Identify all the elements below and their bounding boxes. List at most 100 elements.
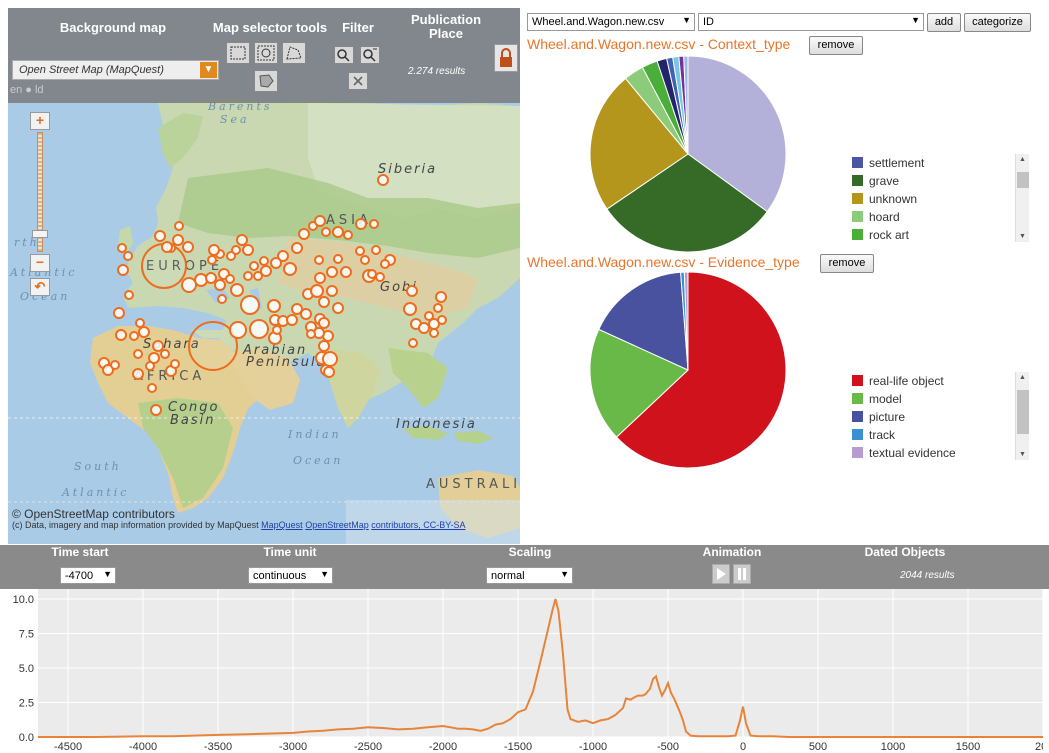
map-marker[interactable] (229, 321, 247, 339)
scaling-select[interactable]: normal ▼ (486, 567, 573, 584)
pie1-legend-scrollbar[interactable]: ▲ ▼ (1015, 154, 1029, 242)
map-marker[interactable] (117, 243, 127, 253)
map-marker[interactable] (377, 174, 389, 186)
map-marker[interactable] (110, 360, 120, 370)
map-marker[interactable] (145, 361, 155, 371)
map-marker[interactable] (403, 302, 417, 316)
map-marker[interactable] (321, 227, 331, 237)
map-marker[interactable] (367, 269, 377, 279)
map-marker[interactable] (123, 251, 133, 261)
map-marker[interactable] (340, 266, 352, 278)
map-marker[interactable] (298, 228, 310, 240)
lock-button[interactable] (494, 44, 518, 72)
map-marker[interactable] (117, 264, 129, 276)
add-button[interactable]: add (927, 13, 961, 32)
pie2-chart[interactable] (587, 269, 789, 471)
map-marker[interactable] (310, 284, 324, 298)
mapquest-link[interactable]: MapQuest (261, 520, 303, 530)
legend-item[interactable]: textual evidence (852, 446, 956, 462)
map-marker[interactable] (326, 285, 338, 297)
legend-item[interactable]: real-life object (852, 374, 944, 390)
filter-zoom-button[interactable] (334, 46, 354, 64)
map-marker[interactable] (150, 404, 162, 416)
map-panel[interactable]: Barents Sea Siberia ASIA EUROPE Gobi rth… (8, 8, 520, 544)
map-marker[interactable] (323, 366, 335, 378)
map-marker[interactable] (161, 241, 173, 253)
pie2-remove-button[interactable]: remove (820, 254, 874, 273)
rectangle-select-button[interactable] (226, 42, 250, 64)
filter-clear-button[interactable] (348, 72, 368, 90)
map-marker[interactable] (135, 318, 145, 328)
map-marker[interactable] (207, 255, 217, 265)
map-marker[interactable] (217, 294, 227, 304)
reset-view-button[interactable]: ↶ (30, 278, 50, 296)
map-marker[interactable] (371, 245, 381, 255)
map-marker[interactable] (318, 317, 330, 329)
map-marker[interactable] (172, 234, 184, 246)
map-marker[interactable] (314, 215, 326, 227)
scroll-thumb[interactable] (1017, 172, 1029, 188)
legend-item[interactable]: model (852, 392, 902, 408)
cc-link[interactable]: contributors, CC-BY-SA (371, 520, 465, 530)
map-marker[interactable] (253, 271, 263, 281)
map-marker[interactable] (181, 277, 197, 293)
map-marker[interactable] (133, 349, 143, 359)
filter-inverse-button[interactable] (360, 46, 380, 64)
map-marker[interactable] (318, 340, 330, 352)
map-marker[interactable] (433, 303, 443, 313)
legend-item[interactable]: grave (852, 174, 899, 190)
legend-item[interactable]: settlement (852, 156, 924, 172)
map-marker[interactable] (408, 338, 418, 348)
map-marker[interactable] (322, 351, 338, 367)
legend-item[interactable]: hoard (852, 210, 900, 226)
map-marker[interactable] (132, 368, 144, 380)
background-map-select[interactable]: Open Street Map (MapQuest) ▼ (12, 60, 219, 80)
scroll-thumb[interactable] (1017, 390, 1029, 434)
page-scrollbar[interactable] (1043, 0, 1049, 545)
pie1-chart[interactable] (587, 53, 789, 255)
map-marker[interactable] (435, 291, 447, 303)
map-marker[interactable] (259, 256, 269, 266)
timeline-chart[interactable]: 0.0 2.5 5.0 7.5 10.0 -4500 -4000 -3500 -3000 -250… (0, 589, 1043, 753)
field-select[interactable]: ID ▼ (698, 13, 924, 31)
osm-link[interactable]: OpenStreetMap (305, 520, 369, 530)
pie2-legend-scrollbar[interactable]: ▲ ▼ (1015, 372, 1029, 460)
legend-item[interactable]: unknown (852, 192, 917, 208)
map-marker[interactable] (115, 329, 127, 341)
map-marker[interactable] (154, 230, 166, 242)
legend-item[interactable]: rock art (852, 228, 909, 244)
play-button[interactable] (712, 564, 730, 584)
map-marker[interactable] (249, 261, 259, 271)
map-marker[interactable] (243, 271, 253, 281)
map-marker[interactable] (113, 307, 125, 319)
map-marker[interactable] (332, 226, 344, 238)
circle-select-button[interactable] (254, 42, 278, 64)
map-marker[interactable] (225, 274, 235, 284)
zoom-slider-thumb[interactable] (32, 230, 48, 238)
map-marker[interactable] (314, 255, 324, 265)
map-marker[interactable] (380, 259, 390, 269)
legend-item[interactable]: picture (852, 410, 905, 426)
map-marker[interactable] (147, 383, 157, 393)
time-start-select[interactable]: -4700 ▼ (60, 567, 116, 584)
map-marker[interactable] (240, 295, 260, 315)
map-marker[interactable] (306, 329, 316, 339)
map-marker[interactable] (343, 230, 353, 240)
categorize-button[interactable]: categorize (964, 13, 1031, 32)
map-marker[interactable] (360, 255, 370, 265)
map-marker[interactable] (429, 328, 439, 338)
map-marker[interactable] (236, 234, 248, 246)
map-marker[interactable] (170, 359, 180, 369)
country-select-button[interactable] (254, 70, 278, 92)
map-marker[interactable] (369, 219, 379, 229)
map-marker[interactable] (174, 221, 184, 231)
zoom-control[interactable]: + − ↶ (30, 112, 50, 304)
map-marker[interactable] (333, 254, 343, 264)
map-marker[interactable] (437, 315, 447, 325)
map-marker[interactable] (242, 244, 254, 256)
map-marker[interactable] (230, 283, 244, 297)
map-marker[interactable] (267, 299, 281, 313)
map-marker[interactable] (160, 349, 170, 359)
map-marker[interactable] (300, 308, 312, 320)
legend-item[interactable]: track (852, 428, 895, 444)
